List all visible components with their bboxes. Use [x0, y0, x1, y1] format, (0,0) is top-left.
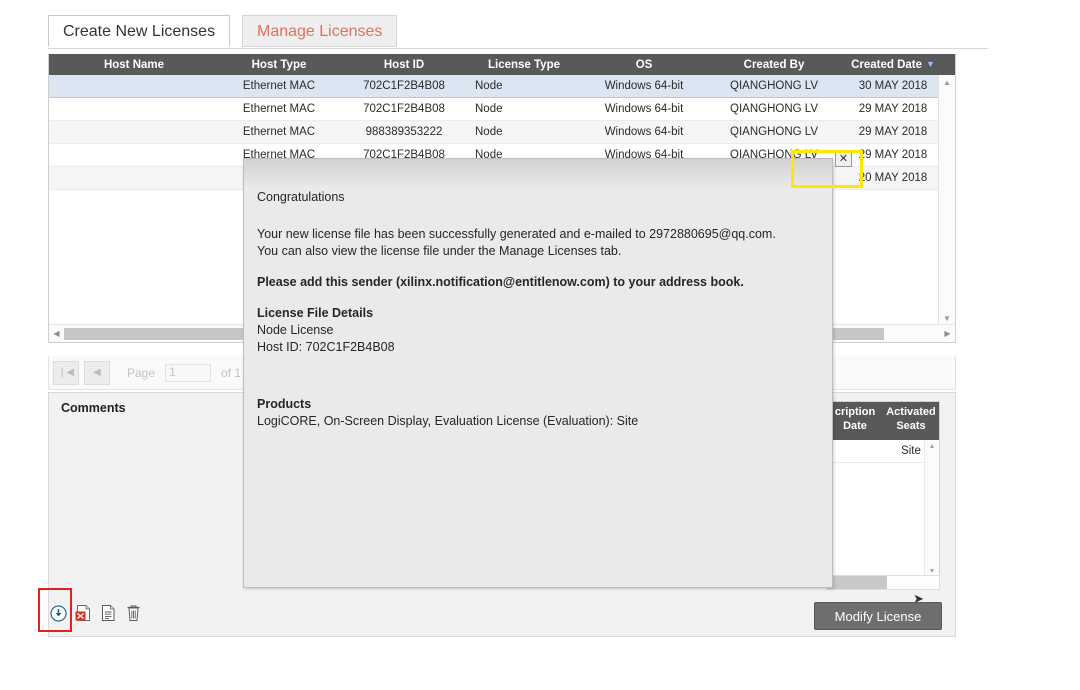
sort-descending-icon: ▼: [926, 58, 935, 69]
modify-license-button[interactable]: Modify License: [814, 602, 942, 630]
scroll-down-icon[interactable]: ▼: [939, 311, 955, 325]
scroll-up-icon[interactable]: ▲: [939, 75, 955, 89]
dialog-products-line: LogiCORE, On-Screen Display, Evaluation …: [257, 414, 639, 428]
dialog-license-details-heading: License File Details: [257, 306, 374, 320]
tab-create-new-licenses[interactable]: Create New Licenses: [48, 15, 231, 47]
tab-manage-licenses-label: Manage Licenses: [257, 23, 383, 40]
page-footer: [0, 658, 1080, 690]
cell-created-by: QIANGHONG LV: [730, 80, 818, 92]
cell-license-type: Node: [475, 126, 503, 138]
page-number-input[interactable]: 1: [165, 363, 212, 382]
dialog-heading: Congratulations: [257, 190, 345, 204]
seats-table-vertical-scrollbar[interactable]: ▲ ▼: [924, 440, 939, 578]
column-header-activated-seats-line1: Activated: [886, 406, 936, 418]
seats-table-header: cription Date Activated Seats: [827, 402, 939, 440]
column-header-host-id[interactable]: Host ID: [339, 59, 469, 71]
column-header-created-date-label: Created Date: [851, 58, 923, 71]
column-header-subscription-date-line1: cription: [834, 406, 876, 418]
column-header-created-date[interactable]: Created Date ▼: [839, 59, 947, 71]
previous-page-button[interactable]: ◀: [84, 360, 110, 385]
table-row[interactable]: Ethernet MAC 702C1F2B4B08 Node Windows 6…: [49, 98, 955, 121]
export-xml-icon[interactable]: [73, 602, 93, 624]
page-total-label: of 1: [221, 365, 242, 380]
dialog-close-area: ✕: [791, 150, 863, 188]
app-root: Create New Licenses Manage Licenses Host…: [0, 0, 1080, 690]
tab-create-new-licenses-label: Create New Licenses: [63, 23, 216, 40]
column-header-license-type[interactable]: License Type: [469, 59, 579, 71]
list-item[interactable]: Site: [827, 440, 939, 463]
cell-os: Windows 64-bit: [604, 126, 684, 138]
tab-bar: Create New Licenses Manage Licenses: [48, 15, 988, 49]
table-row[interactable]: Ethernet MAC 988389353222 Node Windows 6…: [49, 121, 955, 144]
cell-host-id: 988389353222: [365, 126, 443, 138]
column-header-subscription-date-line2: Date: [843, 420, 867, 432]
cell-os: Windows 64-bit: [604, 103, 684, 115]
cell-host-type: Ethernet MAC: [242, 103, 316, 115]
table-row[interactable]: Ethernet MAC 702C1F2B4B08 Node Windows 6…: [49, 75, 955, 98]
dialog-message-line-2: You can also view the license file under…: [257, 244, 622, 258]
download-highlight-box: [38, 588, 72, 632]
seats-table: cription Date Activated Seats Site ▲ ▼: [826, 401, 940, 579]
column-header-activated-seats-line2: Seats: [896, 420, 926, 432]
first-page-button[interactable]: ❘◀: [53, 360, 79, 385]
cell-host-type: Ethernet MAC: [242, 126, 316, 138]
cell-created-date: 30 MAY 2018: [858, 80, 928, 92]
scroll-right-icon[interactable]: ▶: [940, 329, 955, 338]
dialog-license-type: Node License: [257, 323, 334, 337]
cell-host-type: Ethernet MAC: [242, 80, 316, 92]
scroll-left-icon[interactable]: ◀: [49, 329, 64, 338]
comments-heading: Comments: [61, 401, 126, 415]
dialog-content: Congratulations Your new license file ha…: [257, 189, 819, 430]
dialog-products-heading: Products: [257, 397, 312, 411]
column-header-host-type[interactable]: Host Type: [219, 59, 339, 71]
cell-host-id: 702C1F2B4B08: [363, 80, 445, 92]
dialog-top-fade: [244, 159, 832, 189]
column-header-activated-seats[interactable]: Activated Seats: [883, 402, 939, 440]
dialog-sender-note: Please add this sender (xilinx.notificat…: [257, 275, 744, 289]
column-header-os[interactable]: OS: [579, 59, 709, 71]
dialog-host-id: Host ID: 702C1F2B4B08: [257, 340, 395, 354]
close-icon[interactable]: ✕: [835, 150, 852, 167]
hscroll-thumb[interactable]: [827, 576, 887, 589]
cell-created-date: 29 MAY 2018: [858, 103, 928, 115]
license-generated-dialog: Congratulations Your new license file ha…: [243, 158, 833, 588]
document-icon[interactable]: [98, 602, 118, 624]
cell-os: Windows 64-bit: [604, 80, 684, 92]
column-header-host-name[interactable]: Host Name: [49, 59, 219, 71]
seats-table-horizontal-scrollbar[interactable]: [826, 575, 940, 590]
trash-icon[interactable]: [123, 602, 143, 624]
table-vertical-scrollbar[interactable]: ▲ ▼: [938, 75, 955, 325]
tab-manage-licenses[interactable]: Manage Licenses: [242, 15, 398, 47]
cell-license-type: Node: [475, 103, 503, 115]
cell-host-id: 702C1F2B4B08: [363, 103, 445, 115]
cell-license-type: Node: [475, 80, 503, 92]
page-label: Page: [127, 365, 156, 380]
cell-created-by: QIANGHONG LV: [730, 103, 818, 115]
cell-created-date: 29 MAY 2018: [858, 126, 928, 138]
modify-license-label: Modify License: [834, 608, 922, 624]
scroll-up-icon[interactable]: ▲: [925, 440, 939, 453]
licenses-table-header: Host Name Host Type Host ID License Type…: [49, 54, 955, 75]
dialog-message-line-1: Your new license file has been successfu…: [257, 227, 776, 241]
cell-created-by: QIANGHONG LV: [730, 126, 818, 138]
column-header-subscription-date[interactable]: cription Date: [827, 402, 883, 440]
column-header-created-by[interactable]: Created By: [709, 59, 839, 71]
